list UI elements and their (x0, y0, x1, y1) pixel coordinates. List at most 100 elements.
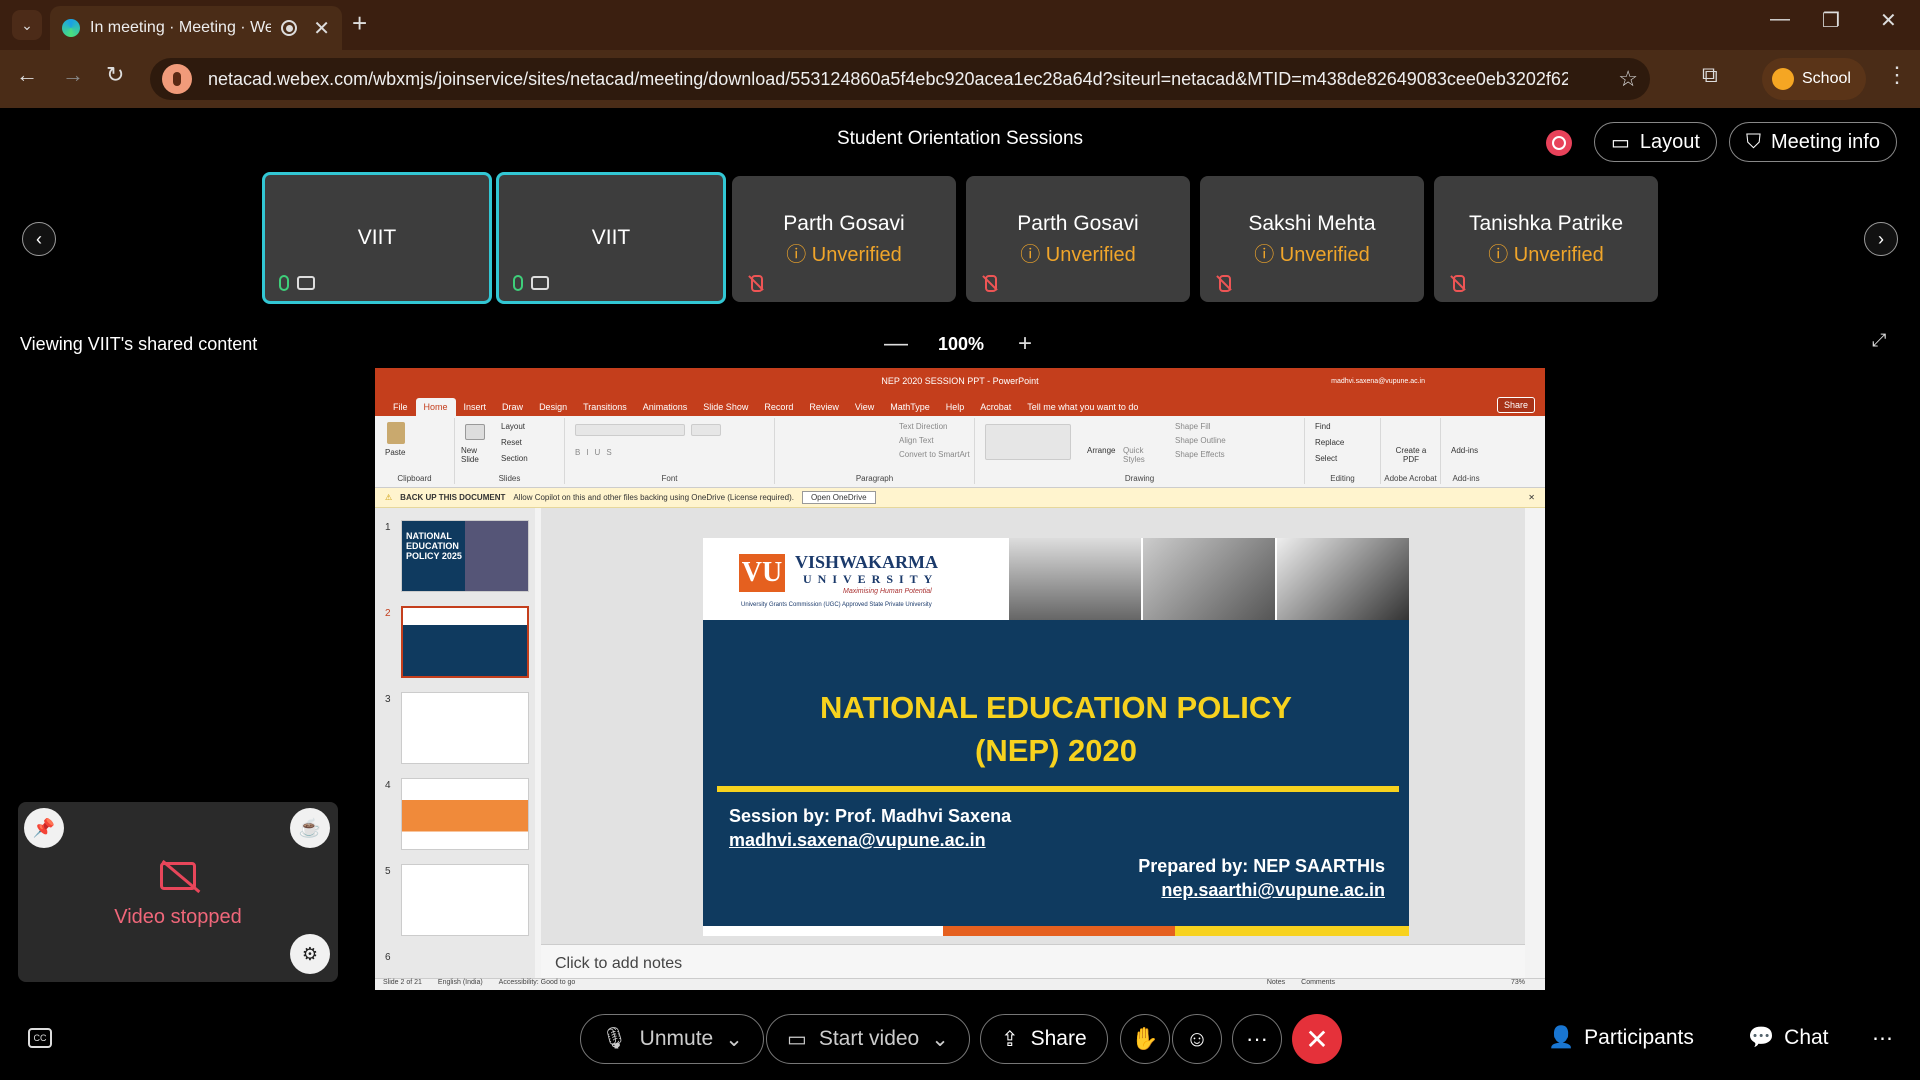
chevron-down-icon[interactable]: ⌄ (931, 1027, 949, 1052)
ppt-tab[interactable]: File (385, 398, 416, 416)
chevron-down-icon[interactable]: ⌄ (725, 1027, 743, 1052)
ppt-tab[interactable]: Insert (456, 398, 495, 416)
extensions-icon[interactable]: ⧉ (1702, 62, 1718, 88)
recording-icon[interactable] (1546, 130, 1572, 156)
shape-outline[interactable]: Shape Outline (1175, 436, 1226, 445)
meeting-info-button[interactable]: ⛉ Meeting info (1729, 122, 1897, 162)
notes-toggle[interactable]: Notes (1267, 979, 1285, 990)
fullscreen-icon[interactable]: ⤢ (1872, 330, 1886, 351)
captions-button[interactable]: CC (28, 1028, 52, 1048)
start-video-button[interactable]: ▭ Start video ⌄ (766, 1014, 970, 1064)
browser-tab[interactable]: In meeting · Meeting · Webex ✕ (50, 6, 342, 50)
participant-tile[interactable]: Tanishka Patrike ⓘ Unverified (1434, 176, 1658, 302)
slide-thumb-3[interactable] (401, 692, 529, 764)
comments-toggle[interactable]: Comments (1301, 979, 1335, 990)
ppt-tab[interactable]: MathType (882, 398, 938, 416)
section-menu[interactable]: Section (501, 454, 528, 463)
open-onedrive-button[interactable]: Open OneDrive (801, 491, 876, 504)
replace-button[interactable]: Replace (1315, 438, 1344, 447)
notes-pane[interactable]: Click to add notes (541, 944, 1525, 978)
ppt-tab[interactable]: Help (938, 398, 973, 416)
ppt-tab[interactable]: Draw (494, 398, 531, 416)
back-icon[interactable]: ← (16, 62, 38, 88)
browser-menu-icon[interactable]: ⋮ (1886, 62, 1908, 88)
ppt-tab[interactable]: Review (801, 398, 847, 416)
raise-hand-button[interactable]: ✋ (1120, 1014, 1170, 1064)
slide-thumb-4[interactable] (401, 778, 529, 850)
slide-thumb-1[interactable]: NATIONAL EDUCATION POLICY 2025 (401, 520, 529, 592)
participant-tile[interactable]: VIIT (262, 172, 492, 304)
ppt-tab[interactable]: Design (531, 398, 575, 416)
addins-button[interactable]: Add-ins (1451, 446, 1478, 455)
slide-thumbnails-pane[interactable]: 1 NATIONAL EDUCATION POLICY 2025 2 3 4 5… (375, 508, 535, 978)
settings-gear-icon[interactable]: ⚙ (290, 934, 330, 974)
participant-tile[interactable]: Parth Gosavi ⓘ Unverified (732, 176, 956, 302)
ppt-tab[interactable]: Record (756, 398, 801, 416)
find-button[interactable]: Find (1315, 422, 1331, 431)
reload-icon[interactable]: ↻ (106, 62, 124, 88)
share-button[interactable]: ⇪ Share (980, 1014, 1108, 1064)
close-tab-icon[interactable]: ✕ (313, 16, 330, 41)
omnibox[interactable]: netacad.webex.com/wbxmjs/joinservice/sit… (150, 58, 1650, 100)
quick-styles-button[interactable]: Quick Styles (1123, 446, 1149, 464)
leave-meeting-button[interactable]: ✕ (1292, 1014, 1342, 1064)
font-format-icons[interactable]: BIUS (575, 448, 618, 457)
reactions-button[interactable]: ☺ (1172, 1014, 1222, 1064)
layout-button[interactable]: ▭ Layout (1594, 122, 1717, 162)
create-pdf-button[interactable]: Create a PDF (1391, 446, 1431, 464)
select-button[interactable]: Select (1315, 454, 1337, 463)
participants-button[interactable]: 👤 Participants (1548, 1026, 1694, 1050)
layout-menu[interactable]: Layout (501, 422, 525, 431)
zoom-out-button[interactable]: — (884, 330, 908, 358)
new-slide-button[interactable]: New Slide (461, 446, 491, 464)
forward-icon[interactable]: → (62, 62, 84, 88)
slide-thumb-5[interactable] (401, 864, 529, 936)
arrange-button[interactable]: Arrange (1087, 446, 1115, 455)
convert-smartart[interactable]: Convert to SmartArt (899, 450, 970, 459)
ppt-tab[interactable]: Home (415, 398, 456, 416)
site-mic-icon[interactable] (162, 64, 192, 94)
slide-thumb-2[interactable] (401, 606, 529, 678)
close-warning-icon[interactable]: ✕ (1528, 493, 1535, 502)
more-menu-icon[interactable]: ⋯ (1872, 1026, 1893, 1051)
video-off-icon: ▭ (787, 1027, 807, 1051)
zoom-in-button[interactable]: + (1018, 330, 1032, 358)
prev-participants-button[interactable]: ‹ (22, 222, 56, 256)
more-options-button[interactable]: ··· (1232, 1014, 1282, 1064)
text-direction[interactable]: Text Direction (899, 422, 947, 431)
url-text[interactable]: netacad.webex.com/wbxmjs/joinservice/sit… (208, 69, 1568, 90)
unverified-badge: ⓘ Unverified (786, 238, 902, 267)
maximize-icon[interactable]: ❐ (1822, 8, 1840, 33)
tile-status-icons (1448, 274, 1466, 292)
break-icon[interactable]: ☕ (290, 808, 330, 848)
ppt-tab[interactable]: Animations (635, 398, 696, 416)
paste-button[interactable]: Paste (385, 448, 405, 457)
bookmark-star-icon[interactable]: ☆ (1618, 66, 1638, 92)
shape-fill[interactable]: Shape Fill (1175, 422, 1211, 431)
participant-tile[interactable]: Sakshi Mehta ⓘ Unverified (1200, 176, 1424, 302)
participant-tile[interactable]: Parth Gosavi ⓘ Unverified (966, 176, 1190, 302)
slide-footer-yellow (1175, 926, 1409, 936)
ppt-share-button[interactable]: Share (1496, 397, 1535, 413)
tab-search-chevron-icon[interactable]: ⌄ (12, 10, 42, 40)
pin-icon[interactable]: 📌 (24, 808, 64, 848)
profile-button[interactable]: School (1762, 58, 1866, 100)
ppt-tab[interactable]: Tell me what you want to do (1019, 398, 1146, 416)
shape-effects[interactable]: Shape Effects (1175, 450, 1225, 459)
new-tab-button[interactable]: + (352, 8, 367, 39)
reset-button[interactable]: Reset (501, 438, 522, 447)
ppt-tab[interactable]: Acrobat (972, 398, 1019, 416)
ppt-tab[interactable]: Slide Show (695, 398, 756, 416)
minimize-icon[interactable]: — (1770, 8, 1790, 31)
chat-button[interactable]: 💬 Chat (1748, 1026, 1829, 1050)
ppt-tab[interactable]: Transitions (575, 398, 635, 416)
next-participants-button[interactable]: › (1864, 222, 1898, 256)
ppt-tab[interactable]: View (847, 398, 882, 416)
close-window-icon[interactable]: ✕ (1880, 8, 1897, 33)
ppt-zoom[interactable]: 73% (1511, 979, 1525, 990)
unmute-button[interactable]: 🎙 Unmute ⌄ (580, 1014, 764, 1064)
current-slide[interactable]: VU VISHWAKARMA UNIVERSITY Maximising Hum… (703, 538, 1409, 936)
shared-content[interactable]: NEP 2020 SESSION PPT - PowerPoint madhvi… (375, 368, 1545, 990)
align-text[interactable]: Align Text (899, 436, 934, 445)
participant-tile[interactable]: VIIT (496, 172, 726, 304)
